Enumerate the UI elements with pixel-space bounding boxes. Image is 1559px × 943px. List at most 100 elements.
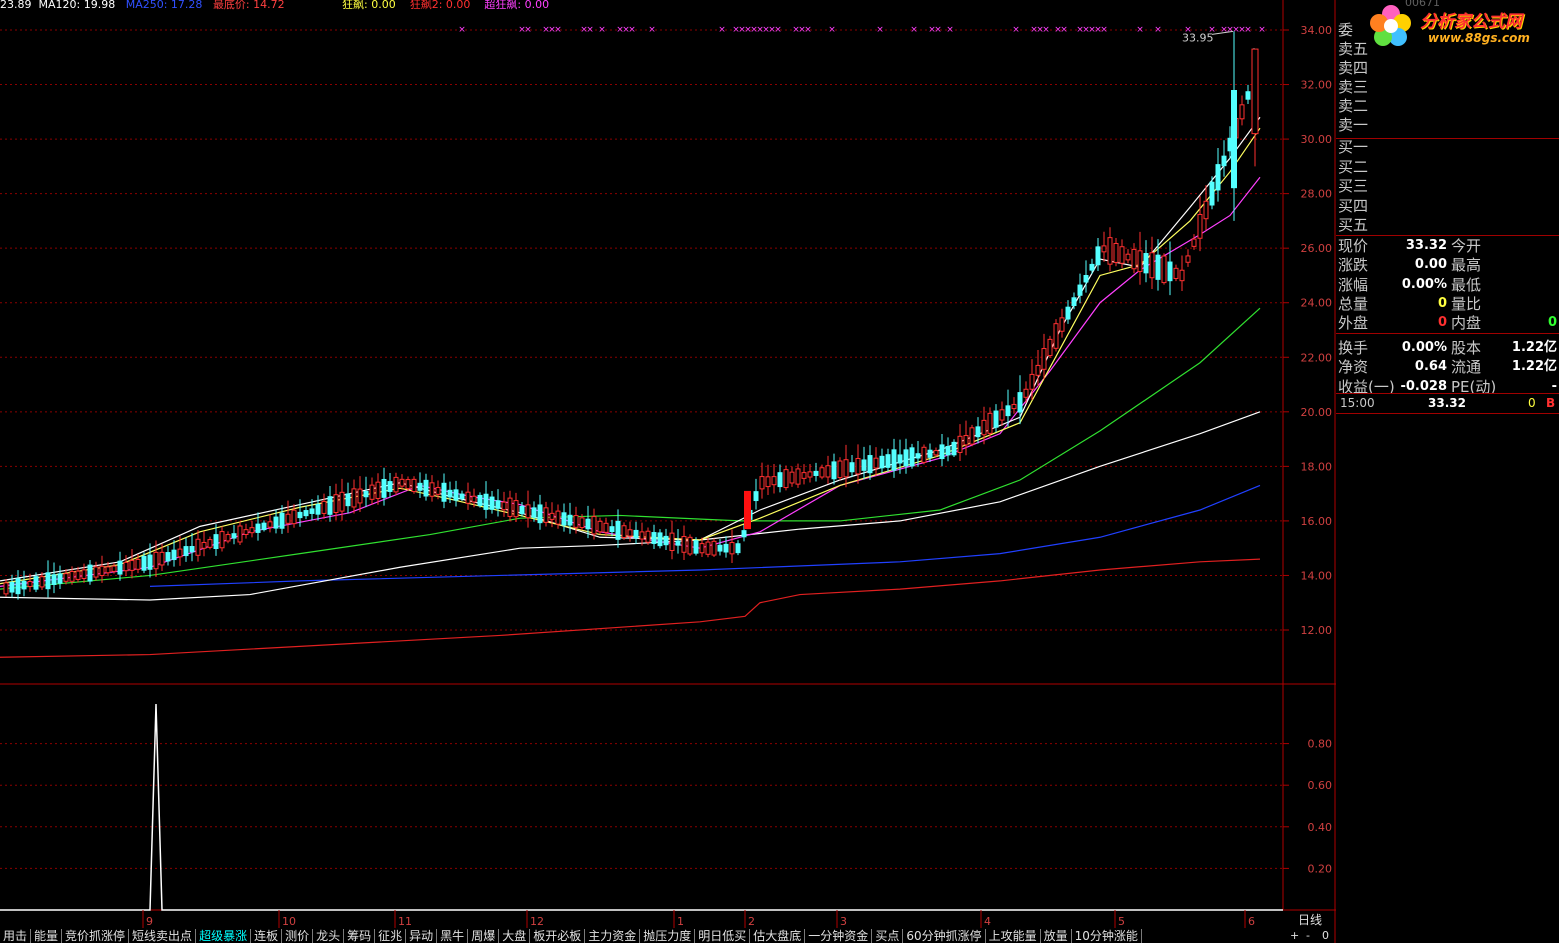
kline-chart[interactable]: × ×× ××× ×× × ××× × × ×××××××× ××× × × × ×× × × ××× ×× ×××… xyxy=(0,0,1336,943)
indicator-tab[interactable]: 一分钟资金 xyxy=(805,929,873,943)
indicator-tab[interactable]: 能量 xyxy=(31,929,63,943)
indicator-tab[interactable]: 竞价抓涨停 xyxy=(62,929,130,943)
indicator-tab[interactable]: 筹码 xyxy=(344,929,376,943)
indicator-tab[interactable]: 明日低买 xyxy=(695,929,751,943)
candle-body xyxy=(465,491,471,504)
ma5-line xyxy=(0,116,1261,582)
price-tick-label: 12.00 xyxy=(1301,624,1333,637)
indicator-tab[interactable]: 测价 xyxy=(282,929,314,943)
quote-label-2: 今开 xyxy=(1451,237,1482,255)
indicator-tick-label: 0.20 xyxy=(1308,862,1333,875)
indicator-tab[interactable]: 龙头 xyxy=(313,929,345,943)
candle-body xyxy=(771,476,777,486)
price-tick-label: 26.00 xyxy=(1301,242,1333,255)
quote-row-1: 涨跌 0.00 最高 xyxy=(1338,255,1559,275)
candle-body xyxy=(1215,164,1221,191)
candle-body xyxy=(15,578,21,595)
candle-body xyxy=(1041,348,1047,370)
date-axis: 9 10 11 12 1 2 3 4 5 6 xyxy=(142,910,1255,928)
candle-body xyxy=(1089,263,1095,271)
candle-body xyxy=(387,481,393,492)
indicator-tab[interactable]: 大盘 xyxy=(499,929,531,943)
zoom-in-button[interactable]: + xyxy=(1290,929,1299,943)
quote-label-2: 内盘 xyxy=(1451,314,1482,333)
month-label: 2 xyxy=(748,915,755,928)
signal-marker: × xyxy=(1154,25,1162,35)
zoom-reset-button[interactable]: 0 xyxy=(1322,929,1329,943)
indicator-tab[interactable]: 周爆 xyxy=(468,929,500,943)
candle-body xyxy=(645,530,651,543)
candle-body xyxy=(831,461,837,480)
candle-body xyxy=(75,570,81,580)
site-logo: 分析家公式网 www.88gs.com xyxy=(1368,3,1558,53)
quote-panel: 委卖五 卖四 卖三 卖二 卖一 买一 买二 买三 买四 买五 现价 33.32 今开 涨跌 0.00 最高 涨幅… xyxy=(1336,0,1559,930)
candle-body xyxy=(525,504,531,519)
indicator-tab[interactable]: 10分钟涨能 xyxy=(1072,929,1142,943)
candle-body xyxy=(237,525,243,543)
indicator-tab[interactable]: 板开必板 xyxy=(530,929,586,943)
indicator-tab[interactable]: 连板 xyxy=(251,929,283,943)
price-grid xyxy=(0,0,1336,943)
candle-body xyxy=(135,558,141,570)
candle-body xyxy=(411,478,417,493)
candle-body xyxy=(501,501,507,511)
candle-body xyxy=(231,533,237,539)
indicator-tab[interactable]: 主力资金 xyxy=(585,929,641,943)
price-tick-label: 18.00 xyxy=(1301,460,1333,473)
candle-body xyxy=(555,510,561,525)
candle-body xyxy=(981,419,987,436)
quote-value: 0 xyxy=(1437,315,1447,331)
zoom-out-button[interactable]: - xyxy=(1306,929,1310,943)
candle-body xyxy=(21,580,27,590)
candle-body xyxy=(741,530,747,538)
candle-body xyxy=(1179,269,1185,282)
candle-body xyxy=(345,493,351,507)
indicator-tab[interactable]: 用击 xyxy=(0,929,32,943)
quote-label: 涨跌 xyxy=(1338,256,1369,275)
tick-time: 15:00 xyxy=(1340,396,1375,410)
price-tick-label: 34.00 xyxy=(1301,24,1333,37)
tick-vol: 0 xyxy=(1528,396,1536,410)
candle-body xyxy=(999,409,1005,421)
quote-label: 涨幅 xyxy=(1338,275,1369,294)
signal-marker: × xyxy=(910,25,918,35)
indicator-tab[interactable]: 放量 xyxy=(1041,929,1072,943)
ask-label: 卖二 xyxy=(1338,97,1369,115)
indicator-tab[interactable]: 抛压力度 xyxy=(640,929,696,943)
candle-body xyxy=(273,516,279,529)
candle-body xyxy=(489,496,495,510)
indicator-tab[interactable]: 异动 xyxy=(406,929,438,943)
candle-body xyxy=(1167,261,1173,282)
ma60-line xyxy=(0,307,1261,590)
candle-body xyxy=(45,572,51,590)
candle-body xyxy=(537,504,543,524)
candle-body xyxy=(357,488,363,504)
signal-marker: × xyxy=(1244,25,1252,35)
indicator-tab[interactable]: 超级暴涨 xyxy=(196,929,252,943)
indicator-tab[interactable]: 征兆 xyxy=(375,929,407,943)
indicator-tab[interactable]: 上攻能量 xyxy=(986,929,1041,943)
candle-body xyxy=(513,500,519,518)
candle-body xyxy=(987,412,993,434)
candle-body xyxy=(1011,403,1017,410)
candle-body xyxy=(291,509,297,525)
candle-body xyxy=(333,494,339,514)
indicator-tab[interactable]: 黑牛 xyxy=(437,929,469,943)
period-label[interactable]: 日线 xyxy=(1298,913,1322,927)
candle-body xyxy=(825,465,831,478)
ask-label: 卖三 xyxy=(1338,78,1369,96)
candle-body xyxy=(225,534,231,542)
indicator-tab[interactable]: 估大盘底 xyxy=(750,929,806,943)
candle-body xyxy=(1095,246,1101,266)
indicator-tab[interactable]: 买点 xyxy=(872,929,904,943)
candle-body xyxy=(915,453,921,459)
candle-body xyxy=(777,472,783,488)
candle-body xyxy=(57,573,63,584)
candle-body xyxy=(1251,48,1259,135)
quote-row-5: 换手 0.00% 股本 1.22亿 xyxy=(1338,338,1559,358)
indicator-tab[interactable]: 60分钟抓涨停 xyxy=(903,929,986,943)
candle-body xyxy=(723,543,729,553)
indicator-tab[interactable]: 短线卖出点 xyxy=(129,929,197,943)
candle-body xyxy=(801,472,807,479)
candle-body xyxy=(591,516,597,535)
